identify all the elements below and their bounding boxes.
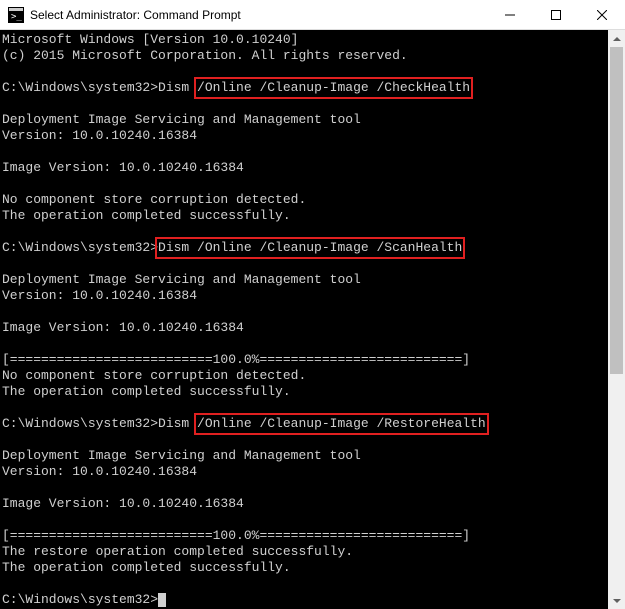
prompt: C:\Windows\system32> (2, 592, 158, 607)
window-title: Select Administrator: Command Prompt (30, 8, 487, 22)
minimize-button[interactable] (487, 0, 533, 30)
output-line: Deployment Image Servicing and Managemen… (2, 112, 361, 127)
output-line: Version: 10.0.10240.16384 (2, 464, 197, 479)
close-button[interactable] (579, 0, 625, 30)
output-line: Image Version: 10.0.10240.16384 (2, 320, 244, 335)
maximize-button[interactable] (533, 0, 579, 30)
cmd-icon: >_ (8, 7, 24, 23)
cursor (158, 593, 166, 607)
progress-bar: [==========================100.0%=======… (2, 352, 470, 367)
highlight-checkhealth: /Online /Cleanup-Image /CheckHealth (197, 80, 470, 96)
svg-text:>_: >_ (11, 12, 22, 22)
output-line: Microsoft Windows [Version 10.0.10240] (2, 32, 298, 47)
terminal-output[interactable]: Microsoft Windows [Version 10.0.10240] (… (0, 30, 608, 609)
terminal-area: Microsoft Windows [Version 10.0.10240] (… (0, 30, 625, 609)
output-line: (c) 2015 Microsoft Corporation. All righ… (2, 48, 408, 63)
command-prompt-window: >_ Select Administrator: Command Prompt … (0, 0, 625, 609)
output-line: Image Version: 10.0.10240.16384 (2, 496, 244, 511)
progress-bar: [==========================100.0%=======… (2, 528, 470, 543)
output-line: Deployment Image Servicing and Managemen… (2, 272, 361, 287)
titlebar[interactable]: >_ Select Administrator: Command Prompt (0, 0, 625, 30)
window-controls (487, 0, 625, 30)
output-line: Image Version: 10.0.10240.16384 (2, 160, 244, 175)
output-line: No component store corruption detected. (2, 192, 306, 207)
vertical-scrollbar[interactable] (608, 30, 625, 609)
output-line: Version: 10.0.10240.16384 (2, 288, 197, 303)
highlight-scanhealth: Dism /Online /Cleanup-Image /ScanHealth (158, 240, 462, 256)
highlight-restorehealth: /Online /Cleanup-Image /RestoreHealth (197, 416, 486, 432)
scroll-up-arrow[interactable] (608, 30, 625, 47)
scroll-down-arrow[interactable] (608, 592, 625, 609)
prompt: C:\Windows\system32>Dism (2, 416, 197, 431)
scroll-thumb[interactable] (610, 47, 623, 374)
output-line: The operation completed successfully. (2, 384, 291, 399)
prompt: C:\Windows\system32> (2, 240, 158, 255)
output-line: The operation completed successfully. (2, 208, 291, 223)
output-line: The restore operation completed successf… (2, 544, 353, 559)
output-line: The operation completed successfully. (2, 560, 291, 575)
scroll-track[interactable] (608, 47, 625, 592)
output-line: No component store corruption detected. (2, 368, 306, 383)
prompt: C:\Windows\system32>Dism (2, 80, 197, 95)
output-line: Deployment Image Servicing and Managemen… (2, 448, 361, 463)
output-line: Version: 10.0.10240.16384 (2, 128, 197, 143)
